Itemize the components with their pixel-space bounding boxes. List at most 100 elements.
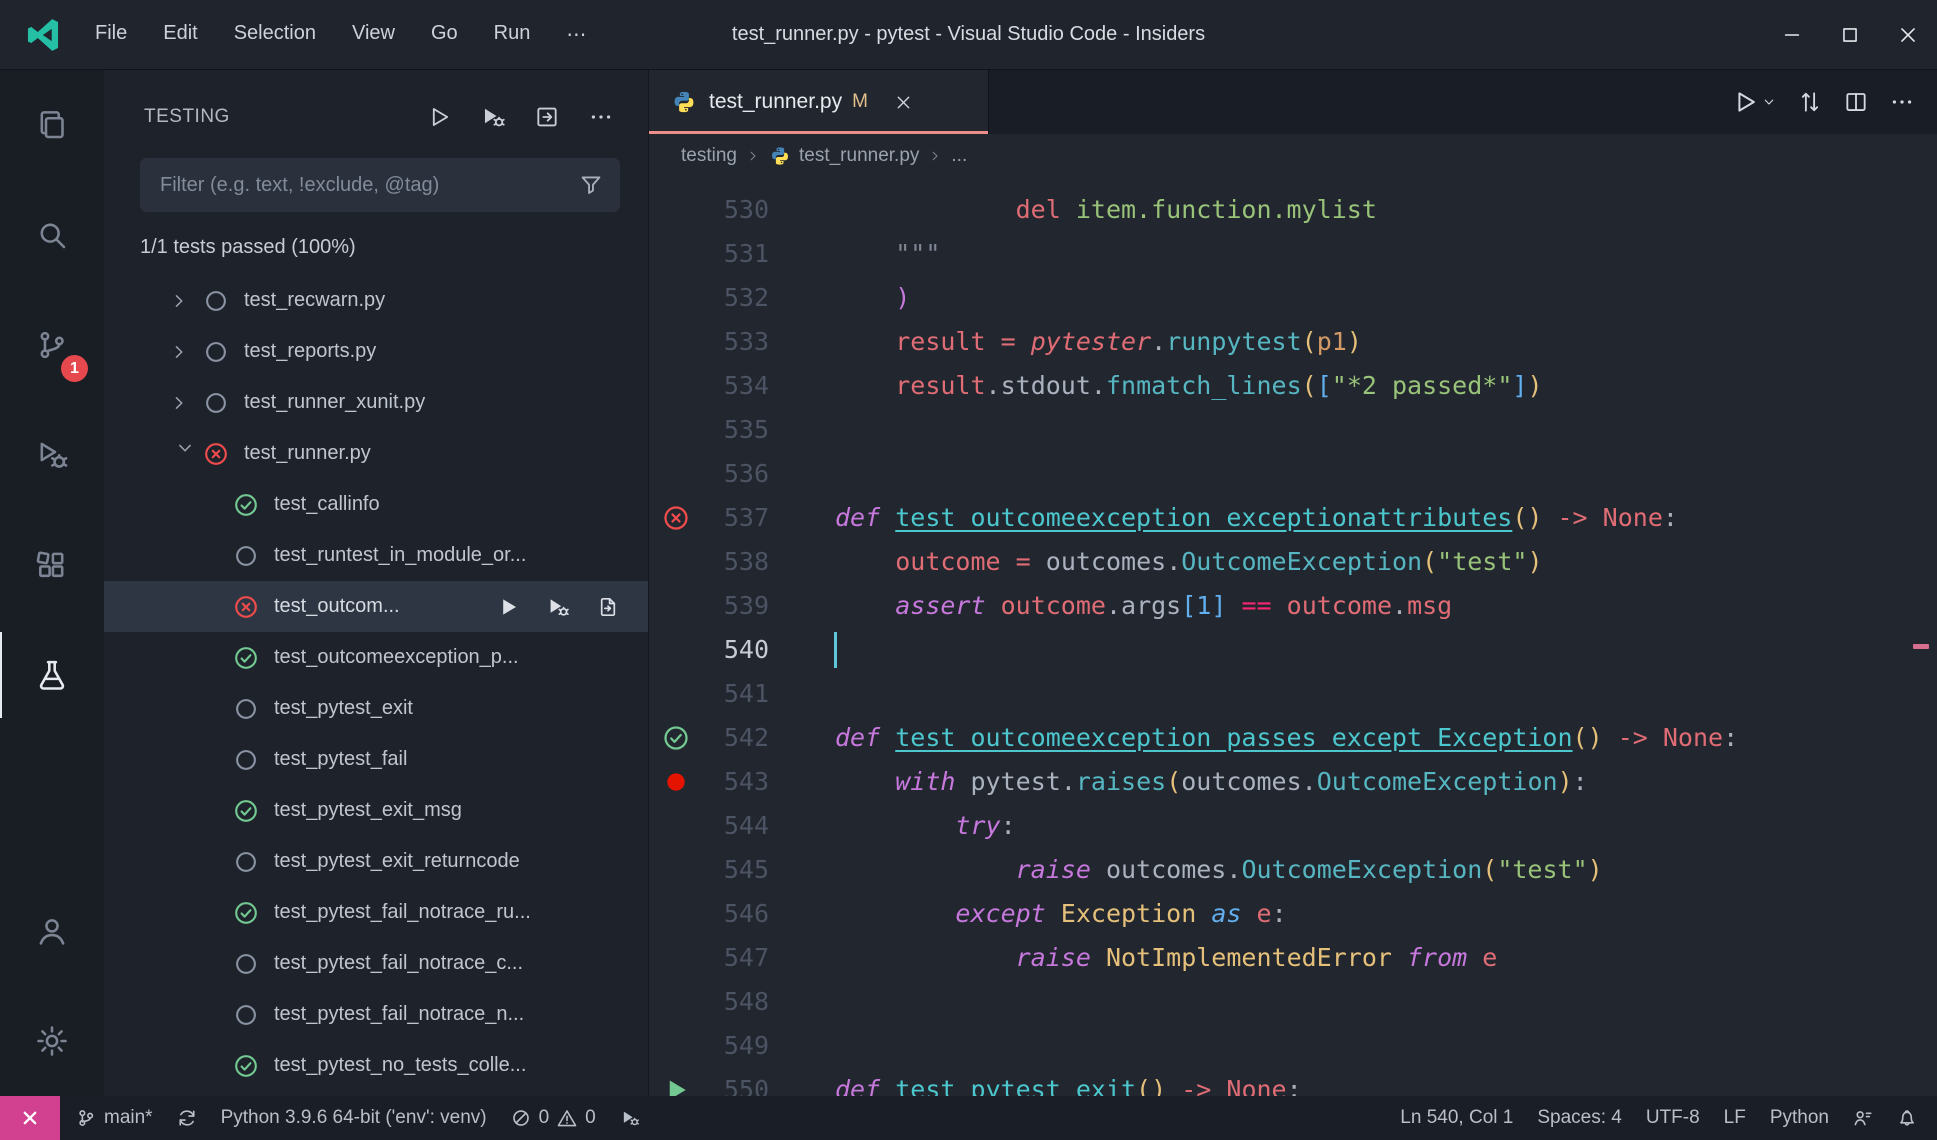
run-python-file-button[interactable] (1731, 88, 1777, 116)
status-debug-status[interactable] (608, 1096, 652, 1140)
close-tab-button[interactable] (894, 93, 913, 112)
activity-search[interactable] (0, 180, 104, 290)
code-line[interactable]: 540 (649, 628, 1937, 672)
code-text[interactable]: with pytest.raises(outcomes.OutcomeExcep… (835, 760, 1587, 804)
line-number[interactable]: 545 (699, 848, 769, 892)
status-sync[interactable] (165, 1096, 209, 1140)
code-line[interactable]: 550 def test_pytest_exit() -> None: (649, 1068, 1937, 1096)
test-tree-row[interactable]: test_reports.py (104, 326, 648, 377)
line-number[interactable]: 549 (699, 1024, 769, 1068)
chevron-right-icon[interactable] (168, 341, 202, 363)
test-tree-row[interactable]: test_recwarn.py (104, 275, 648, 326)
status-git-branch[interactable]: main* (64, 1096, 165, 1140)
test-tree-row[interactable]: test_pytest_fail (104, 734, 648, 785)
minimize-button[interactable] (1763, 0, 1821, 70)
line-number[interactable]: 541 (699, 672, 769, 716)
activity-source-control[interactable]: 1 (0, 290, 104, 400)
code-text[interactable]: """ (835, 232, 940, 276)
menu-more-button[interactable]: ⋯ (549, 13, 603, 56)
code-line[interactable]: 530 del item.function.mylist (649, 188, 1937, 232)
code-line[interactable]: 534 result.stdout.fnmatch_lines(["*2 pas… (649, 364, 1937, 408)
activity-run-and-debug[interactable] (0, 400, 104, 510)
line-number[interactable]: 543 (699, 760, 769, 804)
line-number[interactable]: 530 (699, 188, 769, 232)
menu-run[interactable]: Run (477, 13, 548, 56)
menu-file[interactable]: File (78, 13, 144, 56)
run-test-button[interactable] (488, 587, 528, 627)
code-text[interactable]: outcome = outcomes.OutcomeException("tes… (835, 540, 1542, 584)
code-line[interactable]: 532 ) (649, 276, 1937, 320)
test-tree-row[interactable]: test_runner.py (104, 428, 648, 479)
menu-go[interactable]: Go (414, 13, 475, 56)
run-test-icon[interactable] (653, 1075, 699, 1096)
status-cursor-position[interactable]: Ln 540, Col 1 (1388, 1096, 1525, 1140)
status-language-mode[interactable]: Python (1758, 1096, 1841, 1140)
code-text[interactable]: result.stdout.fnmatch_lines(["*2 passed*… (835, 364, 1542, 408)
code-line[interactable]: 545 raise outcomes.OutcomeException("tes… (649, 848, 1937, 892)
code-line[interactable]: 539 assert outcome.args[1] == outcome.ms… (649, 584, 1937, 628)
activity-accounts[interactable] (0, 876, 104, 986)
line-number[interactable]: 550 (699, 1068, 769, 1096)
line-number[interactable]: 534 (699, 364, 769, 408)
line-number[interactable]: 537 (699, 496, 769, 540)
chevron-right-icon[interactable] (168, 290, 202, 312)
chevron-down-icon[interactable] (174, 437, 196, 471)
close-button[interactable] (1879, 0, 1937, 70)
activity-settings[interactable] (0, 986, 104, 1096)
code-line[interactable]: 543 with pytest.raises(outcomes.OutcomeE… (649, 760, 1937, 804)
line-number[interactable]: 533 (699, 320, 769, 364)
code-text[interactable]: except Exception as e: (835, 892, 1286, 936)
remote-indicator[interactable] (0, 1096, 60, 1140)
test-tree-row[interactable]: test_pytest_fail_notrace_ru... (104, 887, 648, 938)
filter-icon[interactable] (578, 172, 604, 198)
code-line[interactable]: 535 (649, 408, 1937, 452)
tab-test-runner-py[interactable]: test_runner.py M (649, 70, 989, 134)
test-tree-row[interactable]: test_callinfo (104, 479, 648, 530)
status-encoding[interactable]: UTF-8 (1634, 1096, 1712, 1140)
test-tree-row[interactable]: test_pytest_fail_notrace_c... (104, 938, 648, 989)
code-text[interactable]: raise NotImplementedError from e (835, 936, 1498, 980)
code-line[interactable]: 546 except Exception as e: (649, 892, 1937, 936)
show-test-output-button[interactable] (524, 95, 570, 139)
code-text[interactable]: def test_pytest_exit() -> None: (835, 1068, 1302, 1096)
line-number[interactable]: 536 (699, 452, 769, 496)
code-text[interactable]: def test_outcomeexception_exceptionattri… (835, 496, 1678, 540)
chevron-right-icon[interactable] (168, 392, 202, 414)
more-actions-button[interactable] (1889, 89, 1915, 115)
code-line[interactable]: 548 (649, 980, 1937, 1024)
more-actions-button[interactable] (578, 95, 624, 139)
status-problems[interactable]: 00 (499, 1096, 608, 1140)
code-text[interactable]: ) (835, 276, 910, 320)
test-filter-input[interactable] (146, 173, 578, 197)
test-tree-row[interactable]: test_pytest_exit_returncode (104, 836, 648, 887)
go-to-test-button[interactable] (588, 587, 628, 627)
test-tree-row[interactable]: test_outcom... (104, 581, 648, 632)
code-line[interactable]: 549 (649, 1024, 1937, 1068)
code-line[interactable]: 547 raise NotImplementedError from e (649, 936, 1937, 980)
breadcrumb-item[interactable]: ... (951, 145, 967, 167)
debug-all-tests-button[interactable] (470, 95, 516, 139)
code-line[interactable]: 536 (649, 452, 1937, 496)
status-feedback[interactable] (1841, 1096, 1885, 1140)
status-notifications[interactable] (1885, 1096, 1929, 1140)
line-number[interactable]: 532 (699, 276, 769, 320)
menu-view[interactable]: View (335, 13, 412, 56)
line-number[interactable]: 539 (699, 584, 769, 628)
line-number[interactable]: 535 (699, 408, 769, 452)
test-tree-row[interactable]: test_pytest_no_tests_colle... (104, 1040, 648, 1091)
menu-selection[interactable]: Selection (217, 13, 333, 56)
status-eol[interactable]: LF (1712, 1096, 1758, 1140)
status-python-interpreter[interactable]: Python 3.9.6 64-bit ('env': venv) (209, 1096, 499, 1140)
split-editor-button[interactable] (1843, 89, 1869, 115)
test-tree-row[interactable]: test_pytest_fail_notrace_n... (104, 989, 648, 1040)
line-number[interactable]: 548 (699, 980, 769, 1024)
code-text[interactable]: raise outcomes.OutcomeException("test") (835, 848, 1603, 892)
run-all-tests-button[interactable] (416, 95, 462, 139)
code-text[interactable]: def test_outcomeexception_passes_except_… (835, 716, 1738, 760)
status-indentation[interactable]: Spaces: 4 (1525, 1096, 1634, 1140)
activity-explorer[interactable] (0, 70, 104, 180)
activity-testing[interactable] (0, 620, 104, 730)
debug-test-button[interactable] (538, 587, 578, 627)
code-line[interactable]: 538 outcome = outcomes.OutcomeException(… (649, 540, 1937, 584)
test-tree-row[interactable]: test_runtest_in_module_or... (104, 530, 648, 581)
